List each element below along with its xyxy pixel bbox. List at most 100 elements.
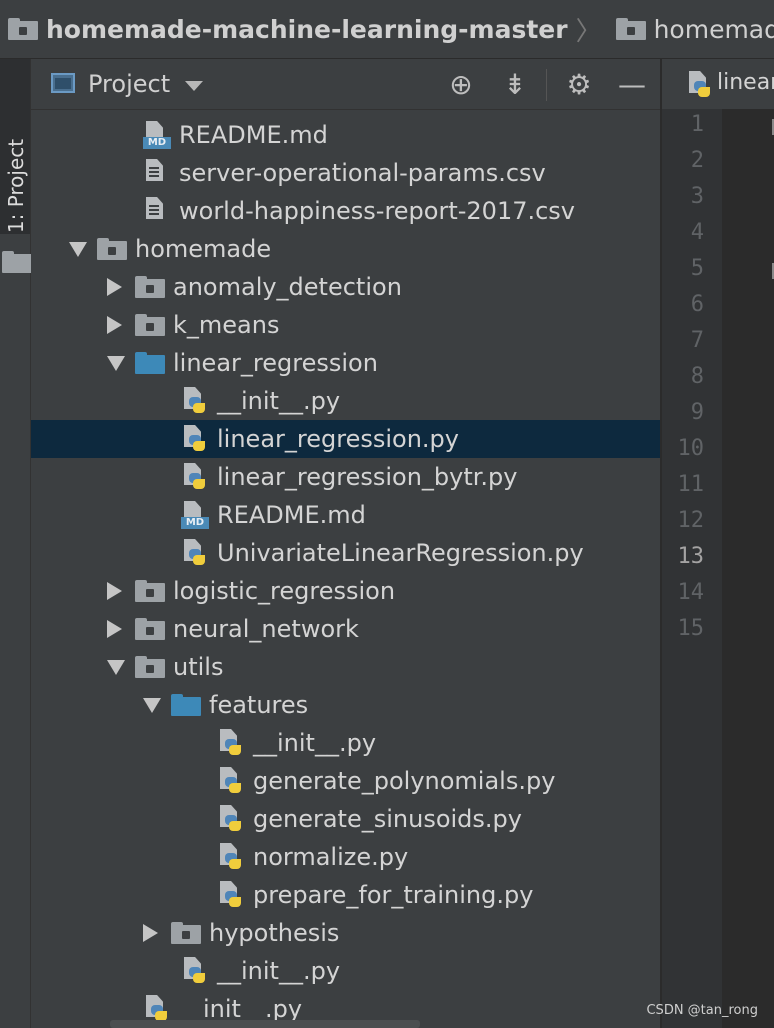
breadcrumb-item-homemade[interactable]: homemade [615,15,774,44]
python-file-icon [217,881,241,909]
line-number: 5 [690,256,704,281]
tree-item-label: hypothesis [209,919,340,947]
tree-file-item[interactable]: __init__.py [31,952,660,990]
line-number: 7 [690,328,704,353]
line-number: 6 [690,292,704,317]
tree-file-item[interactable]: linear_regression.py [31,420,660,458]
chevron-down-icon[interactable] [107,355,125,371]
python-file-icon [181,957,205,985]
line-number: 1 [690,112,704,137]
tree-item-label: linear_regression [173,349,378,377]
tree-file-item[interactable]: generate_sinusoids.py [31,800,660,838]
chevron-right-icon[interactable] [107,620,122,638]
line-number: 13 [677,544,705,569]
python-file-icon [217,843,241,871]
folder-icon [135,314,165,336]
line-number: 12 [677,508,705,533]
folder-icon [171,922,201,944]
tree-item-label: anomaly_detection [173,273,402,301]
folder-icon [97,238,127,260]
chevron-down-icon[interactable] [107,659,125,675]
tree-file-item[interactable]: server-operational-params.csv [31,154,660,192]
tree-folder-item[interactable]: k_means [31,306,660,344]
tree-item-label: __init__.py [217,387,341,415]
project-panel: Project ⊕ ⇟ ⚙ — MD README.md server-operat… [31,59,660,1028]
chevron-right-icon[interactable] [107,582,122,600]
markdown-file-icon: MD [143,121,171,149]
tree-item-label: normalize.py [253,843,409,871]
chevron-down-icon[interactable] [143,697,161,713]
watermark: CSDN @tan_rong [646,1003,758,1018]
folder-icon [135,580,165,602]
tree-folder-item[interactable]: features [31,686,660,724]
collapse-all-icon[interactable]: ⇟ [499,69,531,101]
line-number: 2 [690,148,704,173]
project-view-selector[interactable]: Project [88,70,170,98]
line-number-gutter: 1 2 3 4 5 6 7 8 9 10 11 12 13 14 15 [662,109,722,1028]
toolbar-divider [546,69,547,101]
project-tool-tab-label: 1: Project [4,138,28,234]
tree-item-label: generate_sinusoids.py [253,805,522,833]
project-icon [51,73,75,93]
tree-file-item[interactable]: __init__.py [31,724,660,762]
tree-file-item[interactable]: generate_polynomials.py [31,762,660,800]
tree-item-label: features [209,691,309,719]
tree-file-item[interactable]: MD README.md [31,116,660,154]
folder-icon [135,352,165,374]
python-file-icon [181,387,205,415]
project-panel-header: Project ⊕ ⇟ ⚙ — [31,59,660,110]
breadcrumb-item-root[interactable]: homemade-machine-learning-master [8,15,568,44]
tree-folder-item[interactable]: linear_regression [31,344,660,382]
folder-icon [8,18,38,40]
locate-icon[interactable]: ⊕ [445,69,477,101]
gear-icon[interactable]: ⚙ [563,69,595,101]
chevron-down-icon[interactable] [69,241,87,257]
tree-file-item[interactable]: prepare_for_training.py [31,876,660,914]
tree-folder-item[interactable]: anomaly_detection [31,268,660,306]
tree-item-label: k_means [173,311,280,339]
breadcrumb: homemade-machine-learning-master 〉 homem… [0,0,774,59]
editor-tab-label: linear [717,70,774,95]
tree-item-label: __init__.py [179,995,303,1023]
chevron-down-icon[interactable] [185,81,203,91]
horizontal-scrollbar[interactable] [110,1020,420,1028]
chevron-right-icon[interactable] [107,316,122,334]
project-tool-tab[interactable]: 1: Project [0,59,32,273]
tree-folder-item[interactable]: logistic_regression [31,572,660,610]
markdown-file-icon: MD [181,501,209,529]
tree-file-item[interactable]: MD README.md [31,496,660,534]
line-number: 8 [690,364,704,389]
tree-file-item[interactable]: UnivariateLinearRegression.py [31,534,660,572]
folder-icon [171,694,201,716]
chevron-right-icon: 〉 [575,16,602,47]
tree-folder-item[interactable]: hypothesis [31,914,660,952]
chevron-right-icon[interactable] [143,924,158,942]
code-editor[interactable] [722,109,774,1028]
tree-file-item[interactable]: __init__.py [31,382,660,420]
line-number: 14 [677,580,705,605]
python-file-icon [217,805,241,833]
tree-file-item[interactable]: linear_regression_bytr.py [31,458,660,496]
editor-tab[interactable]: linear [662,59,774,110]
line-number: 11 [677,472,705,497]
tree-folder-item[interactable]: neural_network [31,610,660,648]
tree-item-label: logistic_regression [173,577,396,605]
python-file-icon [181,463,205,491]
python-file-icon [181,539,205,567]
tree-item-label: neural_network [173,615,359,643]
tree-item-label: server-operational-params.csv [179,159,546,187]
tree-item-label: world-happiness-report-2017.csv [179,197,576,225]
tree-item-label: README.md [179,121,328,149]
tree-file-item[interactable]: normalize.py [31,838,660,876]
tree-file-item[interactable]: world-happiness-report-2017.csv [31,192,660,230]
tree-item-label: linear_regression.py [217,425,459,453]
tree-folder-item[interactable]: utils [31,648,660,686]
folder-icon [135,618,165,640]
tree-folder-item[interactable]: homemade [31,230,660,268]
python-file-icon [143,995,167,1023]
line-number: 4 [690,220,704,245]
folder-icon [2,251,32,273]
chevron-right-icon[interactable] [107,278,122,296]
minimize-icon[interactable]: — [616,69,648,101]
line-number: 10 [677,436,705,461]
